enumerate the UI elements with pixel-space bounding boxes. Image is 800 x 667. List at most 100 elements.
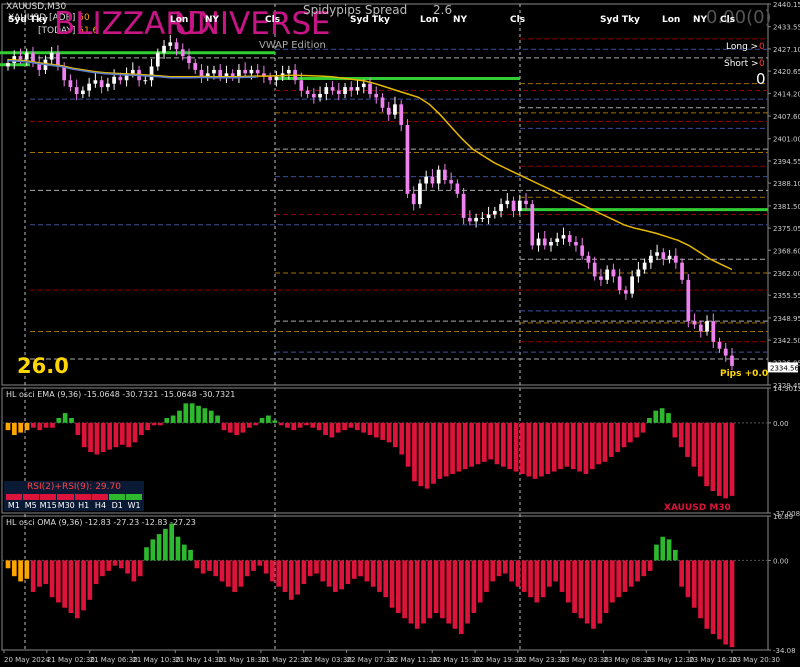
ema-bar-109 — [697, 422, 703, 477]
candle-body-114 — [717, 341, 722, 349]
main-pane-frame — [1, 3, 769, 386]
session-label-11: Cls — [720, 15, 736, 25]
ema-bar-15 — [100, 422, 106, 453]
ema-bar-87 — [558, 422, 563, 470]
candle-body-66 — [418, 183, 422, 205]
candle-body-56 — [355, 87, 360, 91]
tf-bar-h1 — [74, 494, 91, 500]
ema-bar-104 — [666, 413, 671, 423]
ema-bar-73 — [469, 422, 474, 467]
candle-body-99 — [624, 290, 628, 294]
candle-body-27 — [174, 42, 179, 50]
candle-body-54 — [343, 87, 347, 95]
ema-bar-89 — [570, 422, 576, 470]
tf-label-m30[interactable]: M30 — [58, 501, 75, 510]
candle-body-49 — [311, 94, 316, 98]
tf-label-m5[interactable]: M5 — [23, 501, 39, 510]
candle-body-57 — [361, 83, 366, 88]
ema-bar-72 — [462, 422, 468, 470]
oma-bar-19 — [125, 560, 130, 574]
oma-bar-68 — [433, 560, 439, 613]
ema-bar-33 — [215, 415, 220, 423]
candle-body-64 — [405, 124, 410, 194]
candle-body-107 — [673, 255, 678, 263]
candle-body-115 — [723, 348, 728, 356]
ema-bar-51 — [329, 422, 335, 438]
oma-bar-107 — [679, 560, 684, 587]
y-tick-label-15: 2342.50 — [773, 337, 800, 345]
oma-bar-70 — [446, 560, 452, 624]
tf-label-h4[interactable]: H4 — [93, 501, 109, 510]
candle-body-11 — [74, 87, 79, 95]
ema-bar-14 — [94, 422, 100, 455]
oma-bar-67 — [427, 560, 433, 619]
candle-body-95 — [599, 276, 603, 280]
oma-bar-1 — [11, 560, 17, 577]
session-label-8: Syd Tky — [600, 15, 640, 25]
x-tick-label-8: 22 May 07:30 — [347, 656, 395, 664]
oma-bar-17 — [112, 560, 118, 566]
candle-body-70 — [443, 169, 447, 181]
oma-bar-86 — [547, 560, 552, 587]
oma-bar-32 — [207, 560, 212, 571]
oma-bar-40 — [257, 560, 263, 566]
oma-bar-11 — [74, 560, 80, 619]
tf-label-m1[interactable]: M1 — [6, 501, 22, 510]
candle-body-23 — [149, 66, 154, 81]
oma-bar-13 — [87, 560, 93, 600]
x-tick-label-0: 20 May 2024 — [4, 656, 50, 664]
candle-body-22 — [143, 80, 148, 82]
ema-bar-63 — [405, 422, 411, 467]
tf-label-h1[interactable]: H1 — [76, 501, 92, 510]
session-label-4: Syd Tky — [350, 15, 390, 25]
oma-bar-42 — [270, 560, 275, 582]
candle-body-85 — [536, 238, 541, 246]
session-label-5: Lon — [420, 15, 439, 25]
ema-bar-66 — [424, 422, 430, 489]
tf-bar-m15 — [40, 494, 57, 500]
candle-body-88 — [555, 238, 560, 242]
chart-canvas[interactable]: 2440.15 2433.55 2427.10 2420.65 2414.20 2407.… — [0, 0, 800, 667]
x-tick-label-9: 22 May 11:30 — [389, 656, 437, 664]
oma-bar-51 — [326, 560, 332, 587]
tf-label-w1[interactable]: W1 — [126, 501, 142, 510]
ema-bar-64 — [412, 422, 417, 482]
candle-body-14 — [93, 80, 98, 84]
oma-bar-102 — [647, 560, 653, 571]
candle-body-60 — [380, 97, 385, 108]
candle-body-86 — [542, 238, 547, 246]
candle-body-92 — [580, 245, 585, 256]
candle-body-59 — [374, 94, 379, 98]
ema-bar-88 — [564, 422, 570, 467]
ema-bar-37 — [240, 422, 246, 433]
oma-bar-110 — [698, 560, 703, 619]
ema-bar-46 — [297, 422, 303, 428]
tf-label-m15[interactable]: M15 — [40, 501, 57, 510]
ema-bar-8 — [56, 417, 62, 423]
candle-body-68 — [430, 176, 435, 184]
candle-body-96 — [605, 269, 610, 280]
x-tick-label-3: 21 May 10:30 — [132, 656, 180, 664]
candle-body-43 — [274, 76, 279, 81]
tf-label-d1[interactable]: D1 — [109, 501, 125, 510]
candle-body-33 — [212, 69, 216, 74]
candle-body-58 — [368, 83, 372, 95]
oma-bar-84 — [534, 560, 540, 603]
oma-bar-14 — [93, 560, 99, 585]
ema-bar-71 — [456, 422, 462, 472]
candle-body-80 — [505, 200, 510, 205]
vwap-caption: VWAP Edition — [259, 40, 326, 51]
candle-body-30 — [193, 63, 198, 70]
ema-bar-60 — [386, 422, 392, 443]
candle-body-26 — [168, 42, 173, 46]
ema-bar-112 — [716, 422, 722, 496]
x-tick-label-5: 21 May 18:30 — [218, 656, 266, 664]
ema-bar-85 — [545, 422, 551, 475]
oma-bar-34 — [219, 560, 225, 582]
y-tick-label-6: 2401.00 — [773, 136, 800, 144]
ema-bar-21 — [139, 422, 144, 436]
ema-bar-36 — [234, 422, 239, 436]
ema-bar-92 — [589, 422, 595, 470]
oma-bar-15 — [100, 560, 105, 577]
candle-body-39 — [249, 69, 254, 74]
